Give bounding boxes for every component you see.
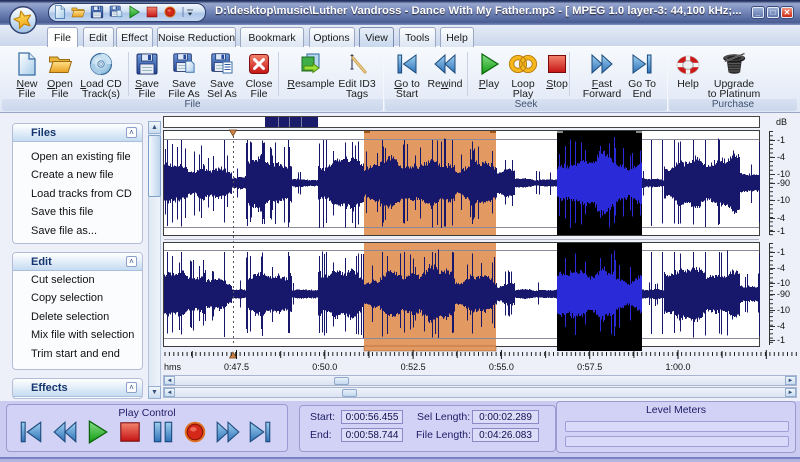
- svg-text:hms: hms: [164, 362, 182, 372]
- svg-text:0:52.5: 0:52.5: [401, 362, 426, 372]
- svg-text:0:55.0: 0:55.0: [489, 362, 514, 372]
- svg-text:0:57.5: 0:57.5: [577, 362, 602, 372]
- svg-text:0:50.0: 0:50.0: [312, 362, 337, 372]
- svg-text:0:47.5: 0:47.5: [224, 362, 249, 372]
- svg-text:1:00.0: 1:00.0: [665, 362, 690, 372]
